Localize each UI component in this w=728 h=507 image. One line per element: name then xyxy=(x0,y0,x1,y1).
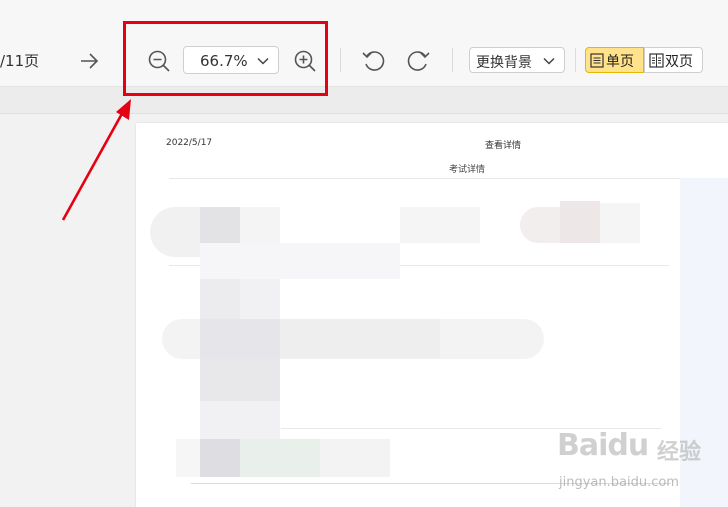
rotate-left-icon[interactable] xyxy=(361,48,387,78)
toolbar-divider xyxy=(340,48,341,72)
zoom-level-value: 66.7% xyxy=(200,52,248,70)
redacted-block xyxy=(200,279,240,319)
single-page-label: 单页 xyxy=(606,54,634,70)
document-date: 2022/5/17 xyxy=(166,138,213,148)
redacted-block xyxy=(560,201,600,243)
next-page-icon[interactable] xyxy=(78,50,100,76)
redacted-block xyxy=(240,279,280,319)
baidu-watermark: Baidu 经验 jingyan.baidu.com xyxy=(557,428,717,498)
watermark-url: jingyan.baidu.com xyxy=(559,475,679,490)
toolbar-divider xyxy=(575,48,576,72)
redacted-block xyxy=(200,207,240,243)
toolbar-divider xyxy=(452,48,453,72)
redacted-block xyxy=(200,359,280,401)
redacted-block xyxy=(520,207,560,243)
watermark-logo-cn: 经验 xyxy=(657,440,702,465)
single-page-icon xyxy=(590,53,604,72)
double-page-icon xyxy=(649,53,664,72)
toolbar: /11页 66.7% 更换背景 单页 双页 xyxy=(0,0,728,87)
change-background-select[interactable]: 更换背景 xyxy=(469,47,565,73)
redacted-block xyxy=(600,203,640,243)
redacted-block xyxy=(280,319,440,359)
redacted-block xyxy=(200,439,240,477)
document-header-title: 查看详情 xyxy=(485,141,522,151)
watermark-logo: Baidu xyxy=(557,428,649,463)
page-count: /11页 xyxy=(0,52,40,70)
zoom-level-select[interactable]: 66.7% xyxy=(183,46,279,74)
rotate-right-icon[interactable] xyxy=(405,48,431,78)
zoom-in-icon[interactable] xyxy=(293,49,317,77)
redacted-block xyxy=(200,401,280,439)
redacted-block xyxy=(240,207,280,243)
change-background-label: 更换背景 xyxy=(476,55,532,71)
redacted-block xyxy=(320,439,390,477)
chevron-down-icon xyxy=(542,53,556,72)
double-page-label: 双页 xyxy=(665,54,693,70)
redacted-block xyxy=(176,439,200,477)
redacted-block xyxy=(400,207,480,243)
document-subtitle: 考试详情 xyxy=(449,165,486,175)
divider-line xyxy=(169,178,728,179)
single-page-toggle[interactable]: 单页 xyxy=(585,47,644,73)
zoom-out-icon[interactable] xyxy=(147,49,171,77)
secondary-toolbar-strip xyxy=(0,87,728,114)
redacted-block xyxy=(240,439,320,477)
double-page-toggle[interactable]: 双页 xyxy=(644,47,703,73)
redacted-block xyxy=(200,243,400,279)
redacted-block xyxy=(200,319,280,359)
chevron-down-icon xyxy=(256,53,270,72)
